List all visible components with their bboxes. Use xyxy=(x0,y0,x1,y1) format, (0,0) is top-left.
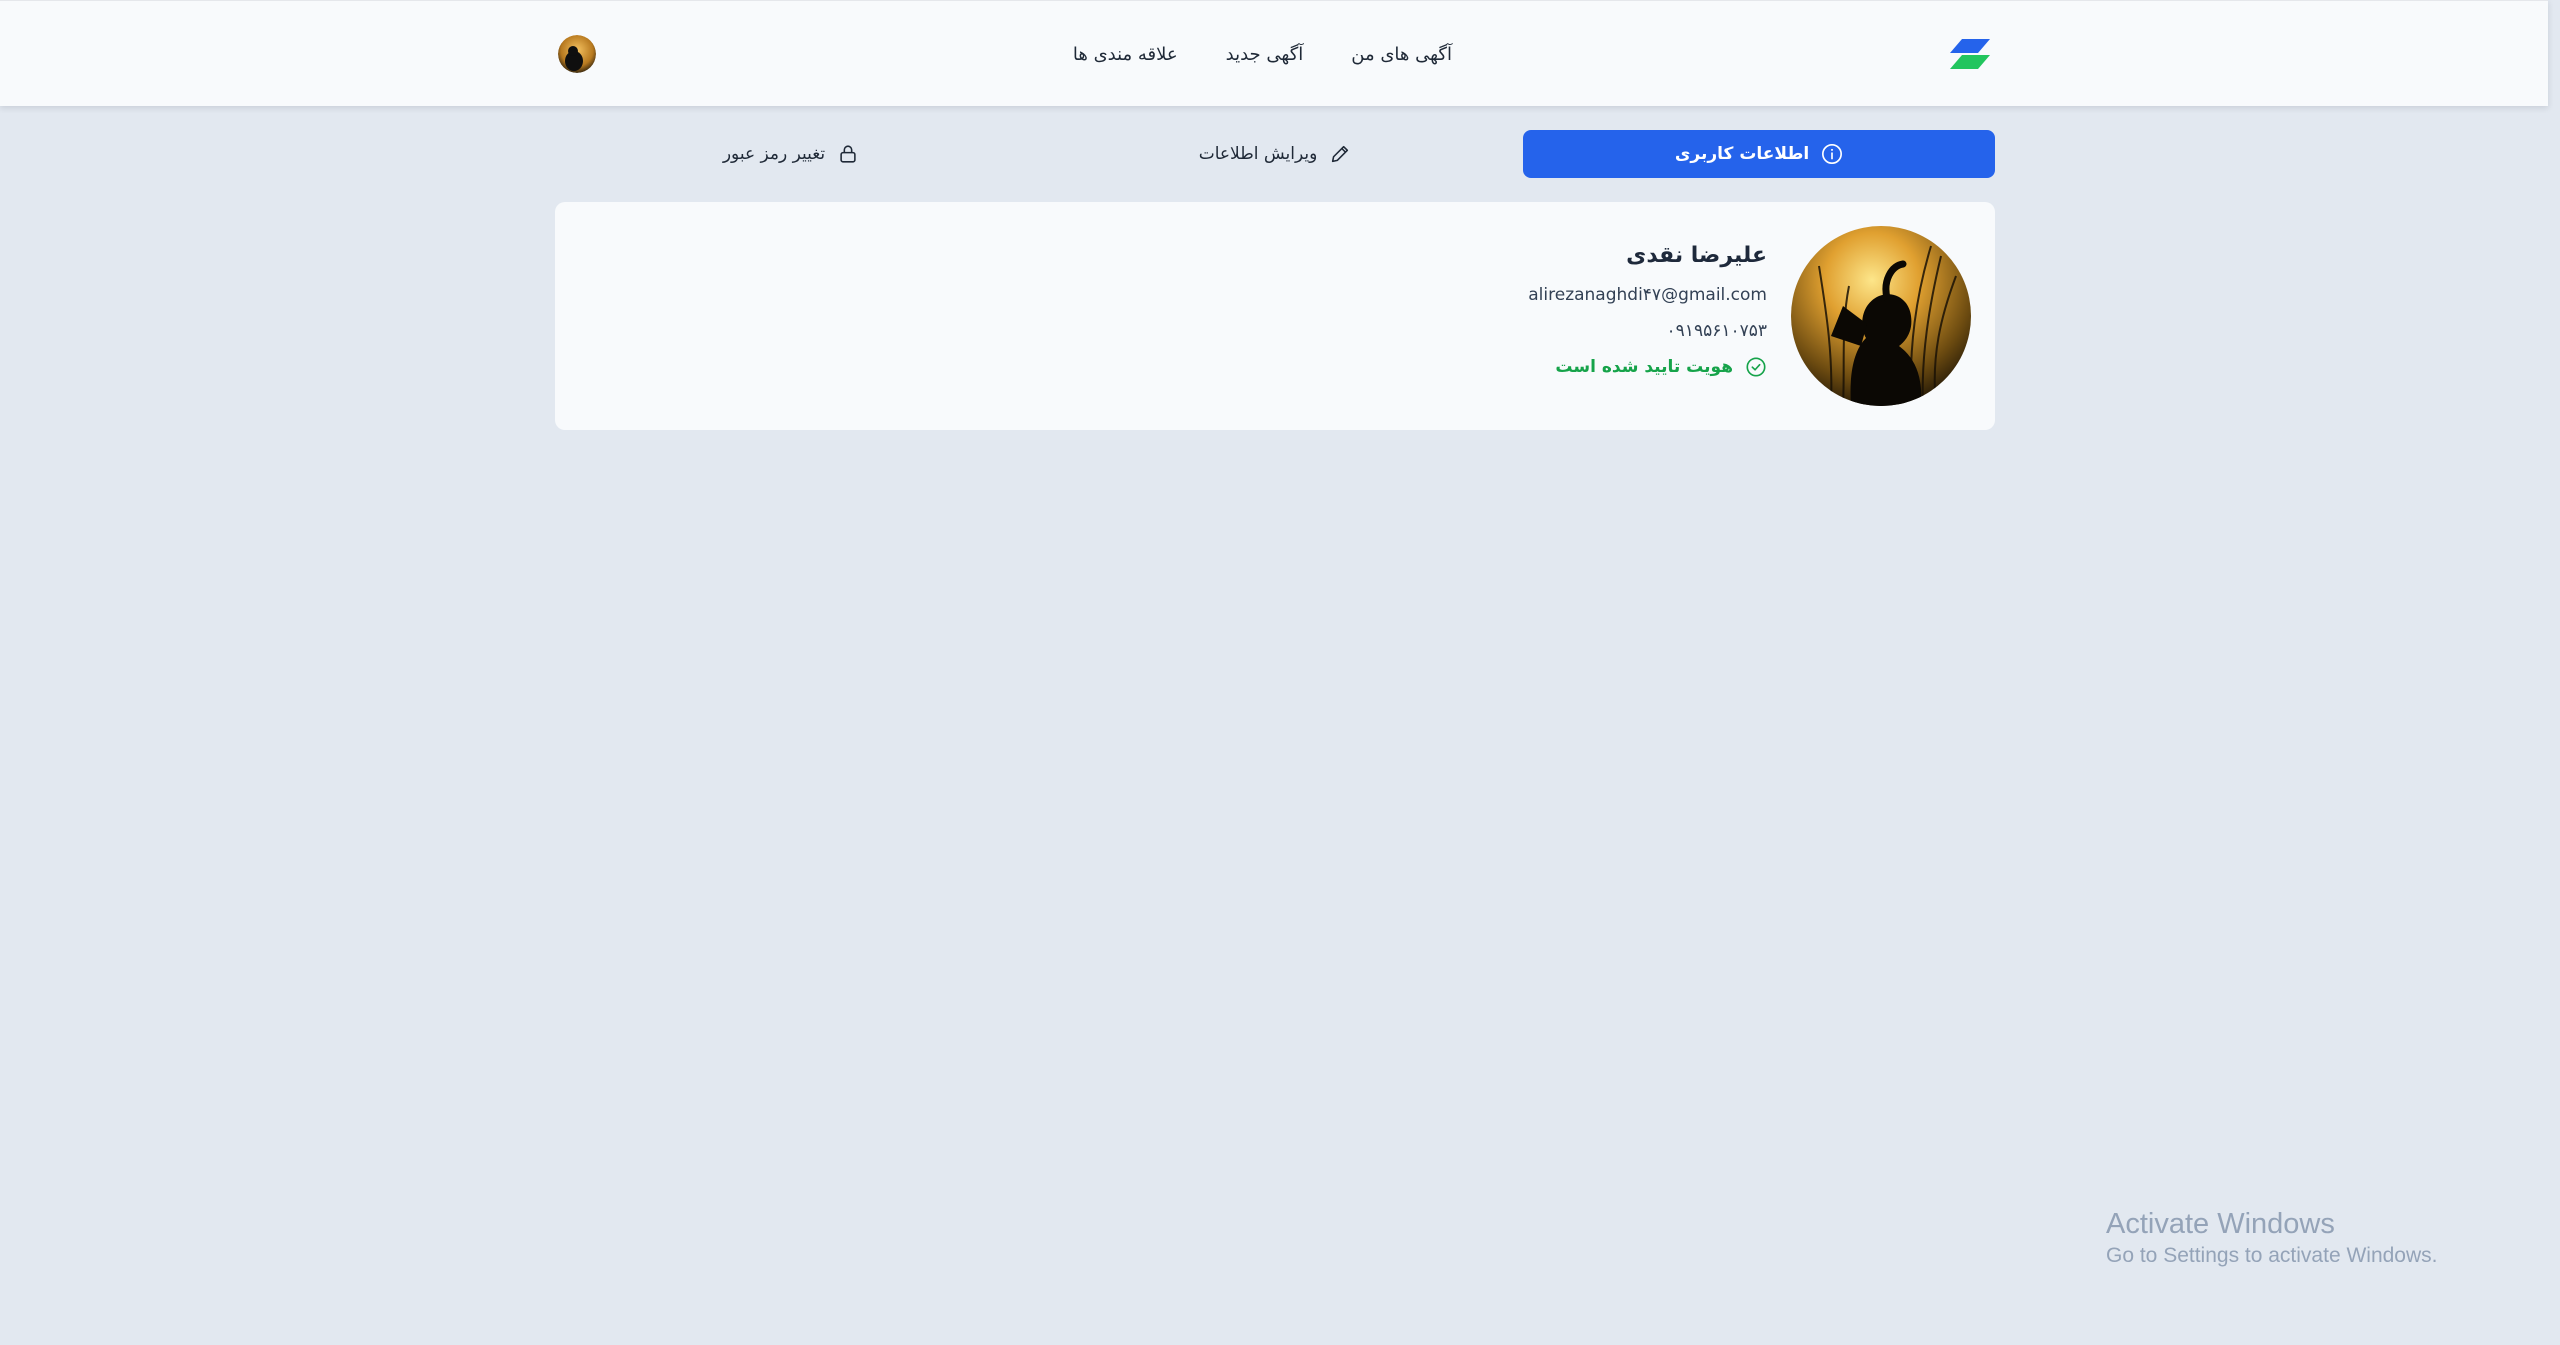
profile-info: علیرضا نقدی alirezanaghdi۴۷@gmail.com ۰۹… xyxy=(1528,242,1767,378)
profile-name: علیرضا نقدی xyxy=(1626,243,1767,268)
lock-icon xyxy=(840,145,856,163)
profile-email: alirezanaghdi۴۷@gmail.com xyxy=(1528,285,1767,305)
tab-change-password-label: تغییر رمز عبور xyxy=(722,144,826,164)
nav-links: علاقه مندی ها آگهی جدید آگهی های من xyxy=(1073,1,1452,107)
check-circle-icon xyxy=(1746,357,1766,377)
profile-tabs: اطلاعات کاربری ویرایش اطلاعات تغییر رمز … xyxy=(555,130,1995,178)
tab-user-info-label: اطلاعات کاربری xyxy=(1674,144,1810,164)
info-icon xyxy=(1822,144,1843,164)
verified-label: هویت تایید شده است xyxy=(1555,357,1733,377)
pencil-icon xyxy=(1332,145,1349,163)
tab-change-password[interactable]: تغییر رمز عبور xyxy=(555,130,1027,178)
tab-edit-info[interactable]: ویرایش اطلاعات xyxy=(1039,130,1511,178)
activate-windows-subtitle: Go to Settings to activate Windows. xyxy=(2106,1244,2438,1267)
profile-photo xyxy=(1791,226,1971,406)
activate-windows-title: Activate Windows xyxy=(2106,1208,2335,1240)
verified-status: هویت تایید شده است xyxy=(1528,356,1767,378)
user-avatar[interactable] xyxy=(558,35,596,73)
top-navbar: علاقه مندی ها آگهی جدید آگهی های من xyxy=(0,0,2548,106)
profile-card: علیرضا نقدی alirezanaghdi۴۷@gmail.com ۰۹… xyxy=(555,202,1995,430)
tab-user-info[interactable]: اطلاعات کاربری xyxy=(1523,130,1995,178)
tab-edit-info-label: ویرایش اطلاعات xyxy=(1198,144,1318,164)
activate-windows-watermark: Activate Windows Go to Settings to activ… xyxy=(2106,1206,2438,1270)
nav-link-new-ad[interactable]: آگهی جدید xyxy=(1226,44,1304,65)
nav-link-my-ads[interactable]: آگهی های من xyxy=(1351,44,1452,65)
logo-icon[interactable] xyxy=(1948,39,1992,71)
profile-phone: ۰۹۱۹۵۶۱۰۷۵۳ xyxy=(1666,321,1767,341)
nav-link-favorites[interactable]: علاقه مندی ها xyxy=(1073,44,1178,65)
